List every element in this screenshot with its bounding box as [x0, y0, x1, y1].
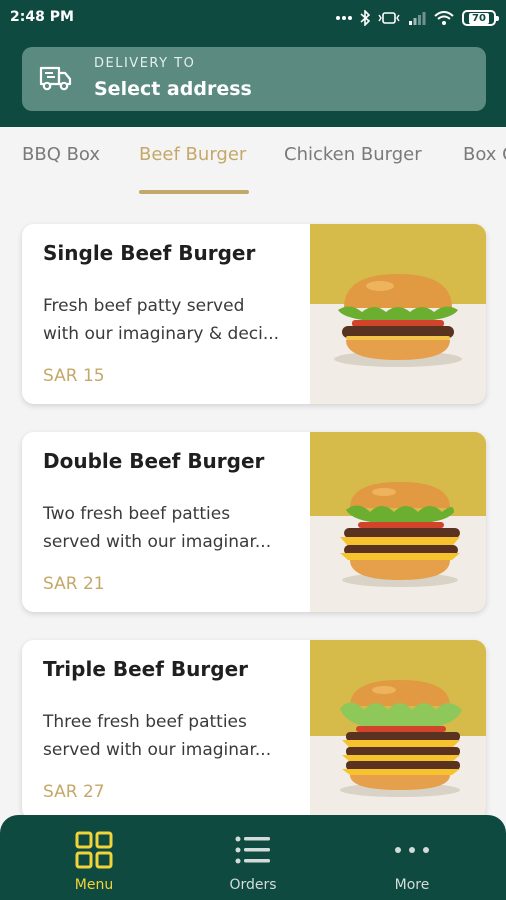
product-image [310, 640, 486, 820]
product-name: Double Beef Burger [43, 449, 265, 473]
truck-icon [39, 66, 72, 91]
product-price: SAR 15 [43, 366, 105, 386]
product-image [310, 432, 486, 612]
signal-icon [409, 12, 426, 25]
battery-icon: 70 [462, 10, 499, 26]
product-image [310, 224, 486, 404]
tab-chicken-burger[interactable]: Chicken Burger [284, 144, 422, 165]
nav-more-label: More [394, 877, 430, 893]
app-header: 2:48 PM 70 DELIVERY TO Select address [0, 0, 506, 127]
bluetooth-icon [360, 10, 370, 26]
category-tabs: BBQ Box Beef Burger Chicken Burger Box C [0, 127, 506, 197]
product-price: SAR 27 [43, 782, 105, 802]
product-description-line: served with our imaginar... [43, 740, 272, 760]
list-icon [235, 836, 270, 864]
product-name: Triple Beef Burger [43, 657, 248, 681]
active-tab-indicator [139, 190, 249, 194]
grid-icon [75, 831, 113, 869]
nav-orders[interactable]: Orders [193, 831, 313, 893]
product-description: Fresh beef patty served with our imagina… [43, 292, 305, 348]
more-dots-icon [395, 847, 429, 853]
product-description: Two fresh beef patties served with our i… [43, 500, 305, 556]
nav-menu[interactable]: Menu [34, 831, 154, 893]
product-card-triple-beef-burger[interactable]: Triple Beef Burger Three fresh beef patt… [22, 640, 486, 820]
tab-beef-burger[interactable]: Beef Burger [139, 144, 246, 165]
delivery-address: Select address [94, 78, 252, 100]
bottom-navigation: Menu Orders More [0, 815, 506, 900]
wifi-icon [434, 11, 454, 25]
product-description-line: Two fresh beef patties [43, 504, 231, 524]
product-card-single-beef-burger[interactable]: Single Beef Burger Fresh beef patty serv… [22, 224, 486, 404]
product-description-line: with our imaginary & deci... [43, 324, 280, 344]
delivery-address-selector[interactable]: DELIVERY TO Select address [22, 47, 486, 111]
product-price: SAR 21 [43, 574, 105, 594]
tab-bbq-box[interactable]: BBQ Box [22, 144, 100, 165]
status-time: 2:48 PM [10, 9, 74, 25]
product-card-double-beef-burger[interactable]: Double Beef Burger Two fresh beef pattie… [22, 432, 486, 612]
status-icons: 70 [336, 8, 499, 28]
product-description-line: served with our imaginar... [43, 532, 272, 552]
product-description-line: Fresh beef patty served [43, 296, 245, 316]
vibrate-icon [378, 12, 400, 24]
nav-menu-label: Menu [74, 877, 114, 893]
nav-more[interactable]: More [352, 831, 472, 893]
tab-box-partial[interactable]: Box C [463, 144, 506, 165]
status-bar: 2:48 PM 70 [0, 0, 506, 36]
product-description-line: Three fresh beef patties [43, 712, 247, 732]
product-description: Three fresh beef patties served with our… [43, 708, 305, 764]
product-name: Single Beef Burger [43, 241, 256, 265]
delivery-label: DELIVERY TO [94, 56, 196, 71]
dots-icon [336, 16, 352, 20]
battery-level: 70 [469, 12, 489, 24]
nav-orders-label: Orders [229, 877, 277, 893]
